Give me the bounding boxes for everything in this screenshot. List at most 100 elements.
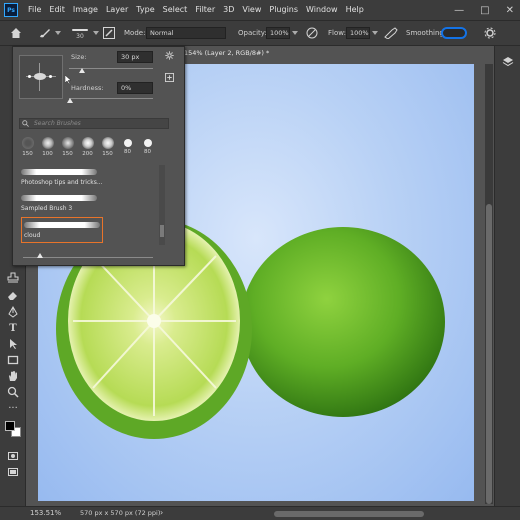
brush-stroke-preview	[24, 222, 100, 228]
opacity-field[interactable]: 100%	[266, 27, 290, 39]
brush-tip[interactable]: 200	[79, 137, 96, 157]
clone-stamp-tool-icon[interactable]	[5, 272, 21, 286]
new-preset-icon[interactable]	[165, 73, 174, 84]
brush-picker-chevron-icon[interactable]	[93, 21, 99, 45]
brush-size-display: 30	[76, 32, 84, 40]
close-icon[interactable]: ✕	[506, 5, 514, 16]
mode-select[interactable]: Normal	[146, 27, 226, 39]
tool-preset-chevron-icon[interactable]	[55, 21, 61, 45]
brush-preset-name: Sampled Brush 3	[21, 205, 73, 212]
pressure-opacity-icon[interactable]	[306, 21, 318, 45]
smoothing-toggle-wrap	[438, 21, 467, 45]
brush-tip-size: 150	[62, 151, 73, 157]
brush-list-scrollbar-thumb[interactable]	[160, 225, 164, 237]
pen-tool-icon[interactable]	[5, 305, 21, 320]
restore-icon[interactable]: □	[480, 5, 489, 16]
layers-panel-icon[interactable]	[502, 56, 514, 70]
lime-core	[147, 314, 161, 328]
brush-preset-panel: Size: 30 px Hardness: 0% Search Brushes …	[12, 46, 185, 266]
preview-size-slider-handle[interactable]	[37, 253, 43, 258]
menu-select[interactable]: Select	[159, 0, 192, 20]
color-swatches[interactable]	[5, 418, 21, 442]
menu-filter[interactable]: Filter	[191, 0, 219, 20]
brush-tip-dot	[81, 137, 94, 149]
search-brushes-input[interactable]: Search Brushes	[19, 118, 169, 129]
menu-image[interactable]: Image	[69, 0, 102, 20]
flow-field-wrap: 100%	[346, 21, 370, 45]
horizontal-scrollbar-thumb[interactable]	[274, 511, 424, 517]
brush-list-scrollbar[interactable]	[159, 165, 165, 245]
flow-chevron-icon[interactable]	[372, 21, 378, 45]
brush-tip-size: 80	[124, 149, 131, 155]
minimize-icon[interactable]: —	[454, 5, 464, 16]
size-slider-handle[interactable]	[79, 68, 85, 73]
whole-lime	[241, 227, 445, 417]
brush-preset-picker[interactable]: 30	[72, 21, 88, 45]
brush-tip-size: 200	[82, 151, 93, 157]
hardness-slider[interactable]	[69, 98, 153, 99]
brush-tip[interactable]: 150	[59, 137, 76, 157]
status-expand-icon[interactable]: ›	[160, 508, 163, 517]
smoothing-settings-icon[interactable]	[484, 21, 496, 45]
brush-tip[interactable]: 150	[99, 137, 116, 157]
foreground-color-swatch[interactable]	[5, 421, 15, 431]
rectangle-tool-icon[interactable]	[5, 354, 21, 368]
hardness-field[interactable]: 0%	[117, 82, 153, 94]
menu-plugins[interactable]: Plugins	[265, 0, 302, 20]
vertical-scrollbar[interactable]	[485, 64, 493, 504]
menu-layer[interactable]: Layer	[102, 0, 132, 20]
brush-tip-preview[interactable]	[19, 55, 63, 99]
brush-preset-item[interactable]: Photoshop tips and tricks...	[18, 165, 158, 191]
hardness-slider-handle[interactable]	[67, 98, 73, 103]
brush-tip[interactable]: 80	[119, 137, 136, 155]
search-icon	[22, 120, 29, 129]
document-tab[interactable]: 154% (Layer 2, RGB/8#) *	[180, 46, 300, 60]
brush-tip-size: 100	[42, 151, 53, 157]
flow-field[interactable]: 100%	[346, 27, 370, 39]
quick-mask-icon[interactable]	[5, 450, 21, 464]
document-info: 570 px x 570 px (72 ppi)	[80, 509, 161, 517]
brush-tip[interactable]: 100	[39, 137, 56, 157]
menu-bar: Ps File Edit Image Layer Type Select Fil…	[0, 0, 520, 20]
airbrush-icon[interactable]	[384, 21, 398, 45]
menu-type[interactable]: Type	[132, 0, 158, 20]
menu-view[interactable]: View	[238, 0, 265, 20]
zoom-tool-icon[interactable]	[5, 386, 21, 400]
brush-tip[interactable]: 80	[139, 137, 156, 155]
menu-file[interactable]: File	[24, 0, 45, 20]
home-icon[interactable]	[10, 21, 22, 45]
hand-tool-icon[interactable]	[5, 370, 21, 384]
brush-preset-item-selected[interactable]: cloud	[21, 217, 103, 243]
brush-stroke-preview	[21, 169, 97, 175]
brush-tool-icon[interactable]	[38, 21, 52, 45]
mode-select-wrap: Normal	[146, 21, 226, 45]
menu-3d[interactable]: 3D	[219, 0, 238, 20]
window-controls: — □ ✕	[454, 0, 514, 20]
smoothing-field[interactable]	[441, 27, 467, 39]
size-field[interactable]: 30 px	[117, 51, 153, 63]
menu-items: File Edit Image Layer Type Select Filter…	[24, 0, 368, 20]
brush-settings-toggle-icon[interactable]	[103, 21, 115, 45]
menu-edit[interactable]: Edit	[45, 0, 69, 20]
brush-tip-dot	[21, 137, 34, 149]
brush-preset-item[interactable]: Sampled Brush 3	[18, 191, 158, 217]
path-selection-tool-icon[interactable]	[5, 338, 21, 352]
flow-label: Flow:	[328, 29, 346, 37]
menu-window[interactable]: Window	[302, 0, 342, 20]
zoom-level[interactable]: 153.51%	[30, 509, 61, 517]
brush-tip-dot	[143, 139, 152, 147]
brush-preset-name: Photoshop tips and tricks...	[21, 179, 103, 186]
brush-tip-size: 80	[144, 149, 151, 155]
opacity-chevron-icon[interactable]	[292, 21, 298, 45]
brush-tip-dot	[123, 139, 132, 147]
brush-stroke-preview	[21, 195, 97, 201]
screen-mode-icon[interactable]	[5, 466, 21, 480]
menu-help[interactable]: Help	[342, 0, 368, 20]
type-tool-icon[interactable]: T	[5, 322, 21, 336]
panel-settings-gear-icon[interactable]	[165, 51, 174, 62]
more-tools-icon[interactable]: ···	[5, 402, 21, 416]
brush-tip[interactable]: 150	[19, 137, 36, 157]
eraser-tool-icon[interactable]	[5, 289, 21, 303]
opacity-field-wrap: 100%	[266, 21, 290, 45]
vertical-scrollbar-thumb[interactable]	[486, 204, 492, 504]
